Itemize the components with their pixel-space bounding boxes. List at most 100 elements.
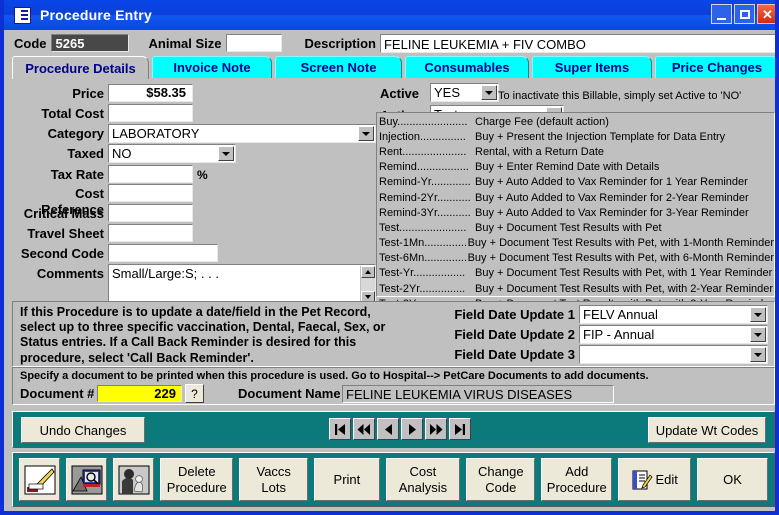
title-bar: Procedure Entry ✕ <box>4 0 775 30</box>
first-record-icon[interactable] <box>329 418 351 440</box>
code-field[interactable]: 5265 <box>50 34 129 52</box>
total-cost-field[interactable] <box>108 104 193 122</box>
action-key: Buy....................... <box>379 115 468 128</box>
document-name-field: FELINE LEUKEMIA VIRUS DISEASES <box>342 385 614 403</box>
action-desc: Buy + Auto Added to Vax Reminder for 1 Y… <box>475 176 748 189</box>
action-key: Test-6Mn.............. <box>379 252 468 265</box>
print-button[interactable]: Print <box>314 458 380 501</box>
comments-scrollbar[interactable] <box>360 266 375 303</box>
delete-procedure-button[interactable]: Delete Procedure <box>160 458 234 501</box>
chevron-down-icon[interactable] <box>218 146 234 161</box>
list-icon <box>14 6 31 24</box>
taxed-combo[interactable]: NO <box>108 144 236 163</box>
chevron-down-icon[interactable] <box>750 347 766 362</box>
image-viewer-icon[interactable] <box>66 458 108 501</box>
tab-procedure-details[interactable]: Procedure Details <box>12 56 149 79</box>
ok-button[interactable]: OK <box>697 458 768 501</box>
action-key: Remind-Yr............. <box>379 176 471 189</box>
action-desc: Rental, with a Return Date <box>475 145 605 158</box>
action-description-list: Buy....................... Charge Fee (de… <box>376 112 775 310</box>
vaccs-lots-label: Vaccs Lots <box>256 463 291 495</box>
action-key: Injection............... <box>379 130 466 143</box>
chevron-down-icon[interactable] <box>481 85 497 100</box>
action-key: Remind................. <box>379 161 469 174</box>
add-procedure-label: Add Procedure <box>546 463 607 495</box>
tab-price-changes[interactable]: Price Changes <box>655 56 775 78</box>
category-combo[interactable]: LABORATORY <box>108 124 376 143</box>
document-help-button[interactable]: ? <box>185 384 204 403</box>
chevron-down-icon[interactable] <box>358 126 374 141</box>
action-desc: Buy + Document Test Results with Pet <box>475 221 662 234</box>
previous-record-icon[interactable] <box>377 418 399 440</box>
animal-size-field[interactable] <box>226 34 283 52</box>
travel-sheet-field[interactable] <box>108 224 193 242</box>
change-code-button[interactable]: Change Code <box>466 458 536 501</box>
cost-reference-field[interactable] <box>108 184 193 202</box>
critical-mass-field[interactable] <box>108 204 193 222</box>
maximize-button[interactable] <box>734 4 755 24</box>
tab-strip: Procedure Details Invoice Note Screen No… <box>8 56 775 79</box>
action-key: Test...................... <box>379 221 467 234</box>
active-combo[interactable]: YES <box>430 83 499 102</box>
update-wt-codes-button[interactable]: Update Wt Codes <box>648 417 766 443</box>
notepad-pencil-icon[interactable] <box>19 458 61 501</box>
list-item: Remind................. Buy + Enter Remin… <box>379 160 774 175</box>
comments-textarea[interactable]: Small/Large:S; . . . <box>108 264 376 304</box>
field-date-update-1-combo[interactable]: FELV Annual <box>579 305 768 324</box>
previous-page-icon[interactable] <box>353 418 375 440</box>
document-number-label: Document # <box>20 386 95 401</box>
active-hint-text: To inactivate this Billable, simply set … <box>498 90 742 102</box>
action-key: Test-1Mn.............. <box>379 237 468 250</box>
vaccs-lots-button[interactable]: Vaccs Lots <box>239 458 309 501</box>
scroll-up-icon[interactable] <box>361 266 375 278</box>
close-button[interactable]: ✕ <box>757 4 775 24</box>
description-field[interactable]: FELINE LEUKEMIA + FIV COMBO <box>379 33 775 53</box>
record-header-row: Code 5265 Animal Size Description FELINE… <box>8 30 775 56</box>
price-field[interactable]: $58.35 <box>108 84 193 102</box>
action-key: Test-2Yr............... <box>379 282 466 295</box>
last-record-icon[interactable] <box>449 418 471 440</box>
undo-changes-button[interactable]: Undo Changes <box>21 417 145 443</box>
tab-consumables[interactable]: Consumables <box>405 56 529 78</box>
second-code-label: Second Code <box>20 246 104 261</box>
ok-label: OK <box>723 471 742 487</box>
action-desc: Buy + Document Test Results with Pet, wi… <box>475 282 774 295</box>
next-page-icon[interactable] <box>425 418 447 440</box>
field-date-update-2-combo[interactable]: FIP - Annual <box>579 325 768 344</box>
action-key: Rent..................... <box>379 145 467 158</box>
list-item: Remind-2Yr........... Buy + Auto Added to… <box>379 190 774 205</box>
tab-super-items[interactable]: Super Items <box>532 56 652 78</box>
edit-button[interactable]: Edit <box>618 458 692 501</box>
action-desc: Buy + Document Test Results with Pet, wi… <box>475 267 773 280</box>
list-item: Test-Yr................. Buy + Document T… <box>379 266 774 281</box>
document-note: Specify a document to be printed when th… <box>20 370 649 382</box>
document-number-field[interactable]: 229 <box>97 385 182 402</box>
print-label: Print <box>333 471 361 487</box>
edit-label: Edit <box>655 471 678 487</box>
code-label: Code <box>14 35 47 51</box>
list-item: Remind-3Yr........... Buy + Auto Added to… <box>379 205 774 220</box>
next-record-icon[interactable] <box>401 418 423 440</box>
add-procedure-button[interactable]: Add Procedure <box>541 458 613 501</box>
field-date-update-2-value: FIP - Annual <box>583 327 655 342</box>
veterinarian-icon[interactable] <box>113 458 155 501</box>
cost-analysis-button[interactable]: Cost Analysis <box>385 458 461 501</box>
tax-rate-field[interactable] <box>108 165 193 183</box>
field-date-update-3-combo[interactable] <box>579 345 768 364</box>
action-desc: Charge Fee (default action) <box>475 115 609 128</box>
tab-invoice-note[interactable]: Invoice Note <box>152 56 272 78</box>
category-value: LABORATORY <box>112 126 200 141</box>
field-date-update-2-label: Field Date Update 2 <box>454 327 575 342</box>
action-key: Remind-2Yr........... <box>379 191 471 204</box>
field-update-blurb: If this Procedure is to update a date/fi… <box>20 305 410 366</box>
list-item: Remind-Yr............. Buy + Auto Added t… <box>379 175 774 190</box>
second-code-field[interactable] <box>108 244 218 262</box>
edit-document-icon <box>632 470 653 489</box>
field-date-update-3-label: Field Date Update 3 <box>454 347 575 362</box>
minimize-button[interactable] <box>711 4 732 24</box>
document-name-label: Document Name <box>238 386 341 401</box>
chevron-down-icon[interactable] <box>750 327 766 342</box>
tax-rate-label: Tax Rate <box>50 167 104 182</box>
chevron-down-icon[interactable] <box>750 307 766 322</box>
tab-screen-note[interactable]: Screen Note <box>275 56 402 78</box>
